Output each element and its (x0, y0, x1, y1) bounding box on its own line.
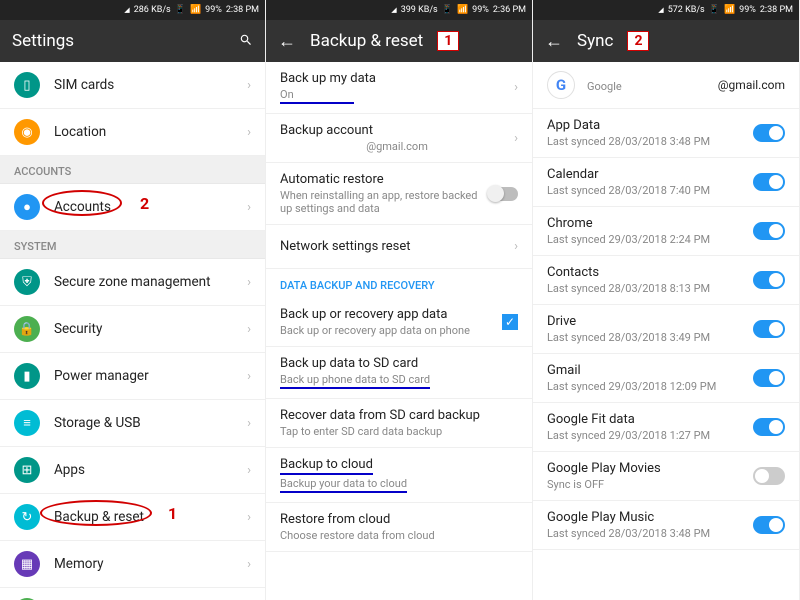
section-system: SYSTEM (0, 231, 265, 259)
header: ← Backup & reset 1 (266, 20, 532, 62)
sync-toggle[interactable] (753, 222, 785, 240)
sync-toggle[interactable] (753, 467, 785, 485)
annotation-marker-1: 1 (437, 31, 459, 51)
chevron-right-icon: › (247, 78, 251, 93)
sync-panel: ◢572 KB/s📱📶99%2:38 PM ← Sync 2 G Google … (533, 0, 800, 600)
sync-item[interactable]: ContactsLast synced 28/03/2018 8:13 PM (533, 256, 799, 305)
sync-toggle[interactable] (753, 320, 785, 338)
status-bar: ◢286 KB/s📱📶99%2:38 PM (0, 0, 265, 20)
item-apps[interactable]: ⊞Apps› (0, 447, 265, 494)
reset-icon: ↻ (14, 504, 40, 530)
item-storage[interactable]: ≡Storage & USB› (0, 400, 265, 447)
sync-toggle[interactable] (753, 124, 785, 142)
section-data-backup: DATA BACKUP AND RECOVERY (266, 269, 532, 298)
back-icon[interactable]: ← (278, 31, 296, 52)
item-memory[interactable]: ▦Memory› (0, 541, 265, 588)
battery-icon: ▮ (14, 363, 40, 389)
search-icon[interactable] (239, 32, 253, 51)
header: ← Sync 2 (533, 20, 799, 62)
page-title: Backup & reset (310, 31, 423, 51)
annotation-marker-2: 2 (627, 31, 649, 51)
item-recover-sd[interactable]: Recover data from SD card backupTap to e… (266, 399, 532, 448)
status-bar: ◢572 KB/s📱📶99%2:38 PM (533, 0, 799, 20)
item-power[interactable]: ▮Power manager› (0, 353, 265, 400)
item-backup-data[interactable]: Back up my dataOn › (266, 62, 532, 114)
sync-toggle[interactable] (753, 516, 785, 534)
apps-icon: ⊞ (14, 457, 40, 483)
item-restore-cloud[interactable]: Restore from cloudChoose restore data fr… (266, 503, 532, 552)
item-network-reset[interactable]: Network settings reset› (266, 225, 532, 269)
item-cloud-backup[interactable]: Backup to cloudBackup your data to cloud (266, 448, 532, 503)
page-title: Sync (577, 31, 613, 51)
item-backup-account[interactable]: Backup account@gmail.com› (266, 114, 532, 163)
sync-toggle[interactable] (753, 369, 785, 387)
storage-icon: ≡ (14, 410, 40, 436)
shield-icon: ⛨ (14, 269, 40, 295)
annotation-1: 1 (168, 504, 177, 523)
sync-item[interactable]: ChromeLast synced 29/03/2018 2:24 PM (533, 207, 799, 256)
item-location[interactable]: ◉Location› (0, 109, 265, 156)
memory-icon: ▦ (14, 551, 40, 577)
item-sd-backup[interactable]: Back up data to SD cardBack up phone dat… (266, 347, 532, 399)
annotation-2: 2 (140, 194, 149, 213)
person-icon: ● (14, 194, 40, 220)
sync-item[interactable]: GmailLast synced 29/03/2018 12:09 PM (533, 354, 799, 403)
sim-icon: ▯ (14, 72, 40, 98)
sync-item[interactable]: Google Play MoviesSync is OFF (533, 452, 799, 501)
auto-restore-toggle[interactable] (488, 187, 518, 201)
sync-item[interactable]: DriveLast synced 28/03/2018 3:49 PM (533, 305, 799, 354)
sync-item[interactable]: Google Play MusicLast synced 28/03/2018 … (533, 501, 799, 550)
page-title: Settings (12, 31, 74, 51)
google-icon: G (547, 71, 575, 99)
header: Settings (0, 20, 265, 62)
back-icon[interactable]: ← (545, 31, 563, 52)
section-accounts: ACCOUNTS (0, 156, 265, 184)
sync-item[interactable]: Google Fit dataLast synced 29/03/2018 1:… (533, 403, 799, 452)
item-secure[interactable]: ⛨Secure zone management› (0, 259, 265, 306)
sync-toggle[interactable] (753, 173, 785, 191)
item-users[interactable]: ●Users› (0, 588, 265, 600)
account-row[interactable]: G Google @gmail.com (533, 62, 799, 109)
backup-reset-panel: ◢399 KB/s📱📶99%2:36 PM ← Backup & reset 1… (266, 0, 533, 600)
recovery-checkbox[interactable]: ✓ (502, 314, 518, 330)
item-sim[interactable]: ▯SIM cards› (0, 62, 265, 109)
item-recovery-app[interactable]: Back up or recovery app dataBack up or r… (266, 298, 532, 347)
sync-item[interactable]: CalendarLast synced 28/03/2018 7:40 PM (533, 158, 799, 207)
sync-toggle[interactable] (753, 271, 785, 289)
lock-icon: 🔒 (14, 316, 40, 342)
status-bar: ◢399 KB/s📱📶99%2:36 PM (266, 0, 532, 20)
item-backup[interactable]: ↻ Backup & reset› 1 (0, 494, 265, 541)
location-icon: ◉ (14, 119, 40, 145)
item-accounts[interactable]: ● Accounts› 2 (0, 184, 265, 231)
settings-panel: ◢286 KB/s📱📶99%2:38 PM Settings ▯SIM card… (0, 0, 266, 600)
sync-toggle[interactable] (753, 418, 785, 436)
sync-item[interactable]: App DataLast synced 28/03/2018 3:48 PM (533, 109, 799, 158)
item-security[interactable]: 🔒Security› (0, 306, 265, 353)
item-auto-restore[interactable]: Automatic restoreWhen reinstalling an ap… (266, 163, 532, 225)
